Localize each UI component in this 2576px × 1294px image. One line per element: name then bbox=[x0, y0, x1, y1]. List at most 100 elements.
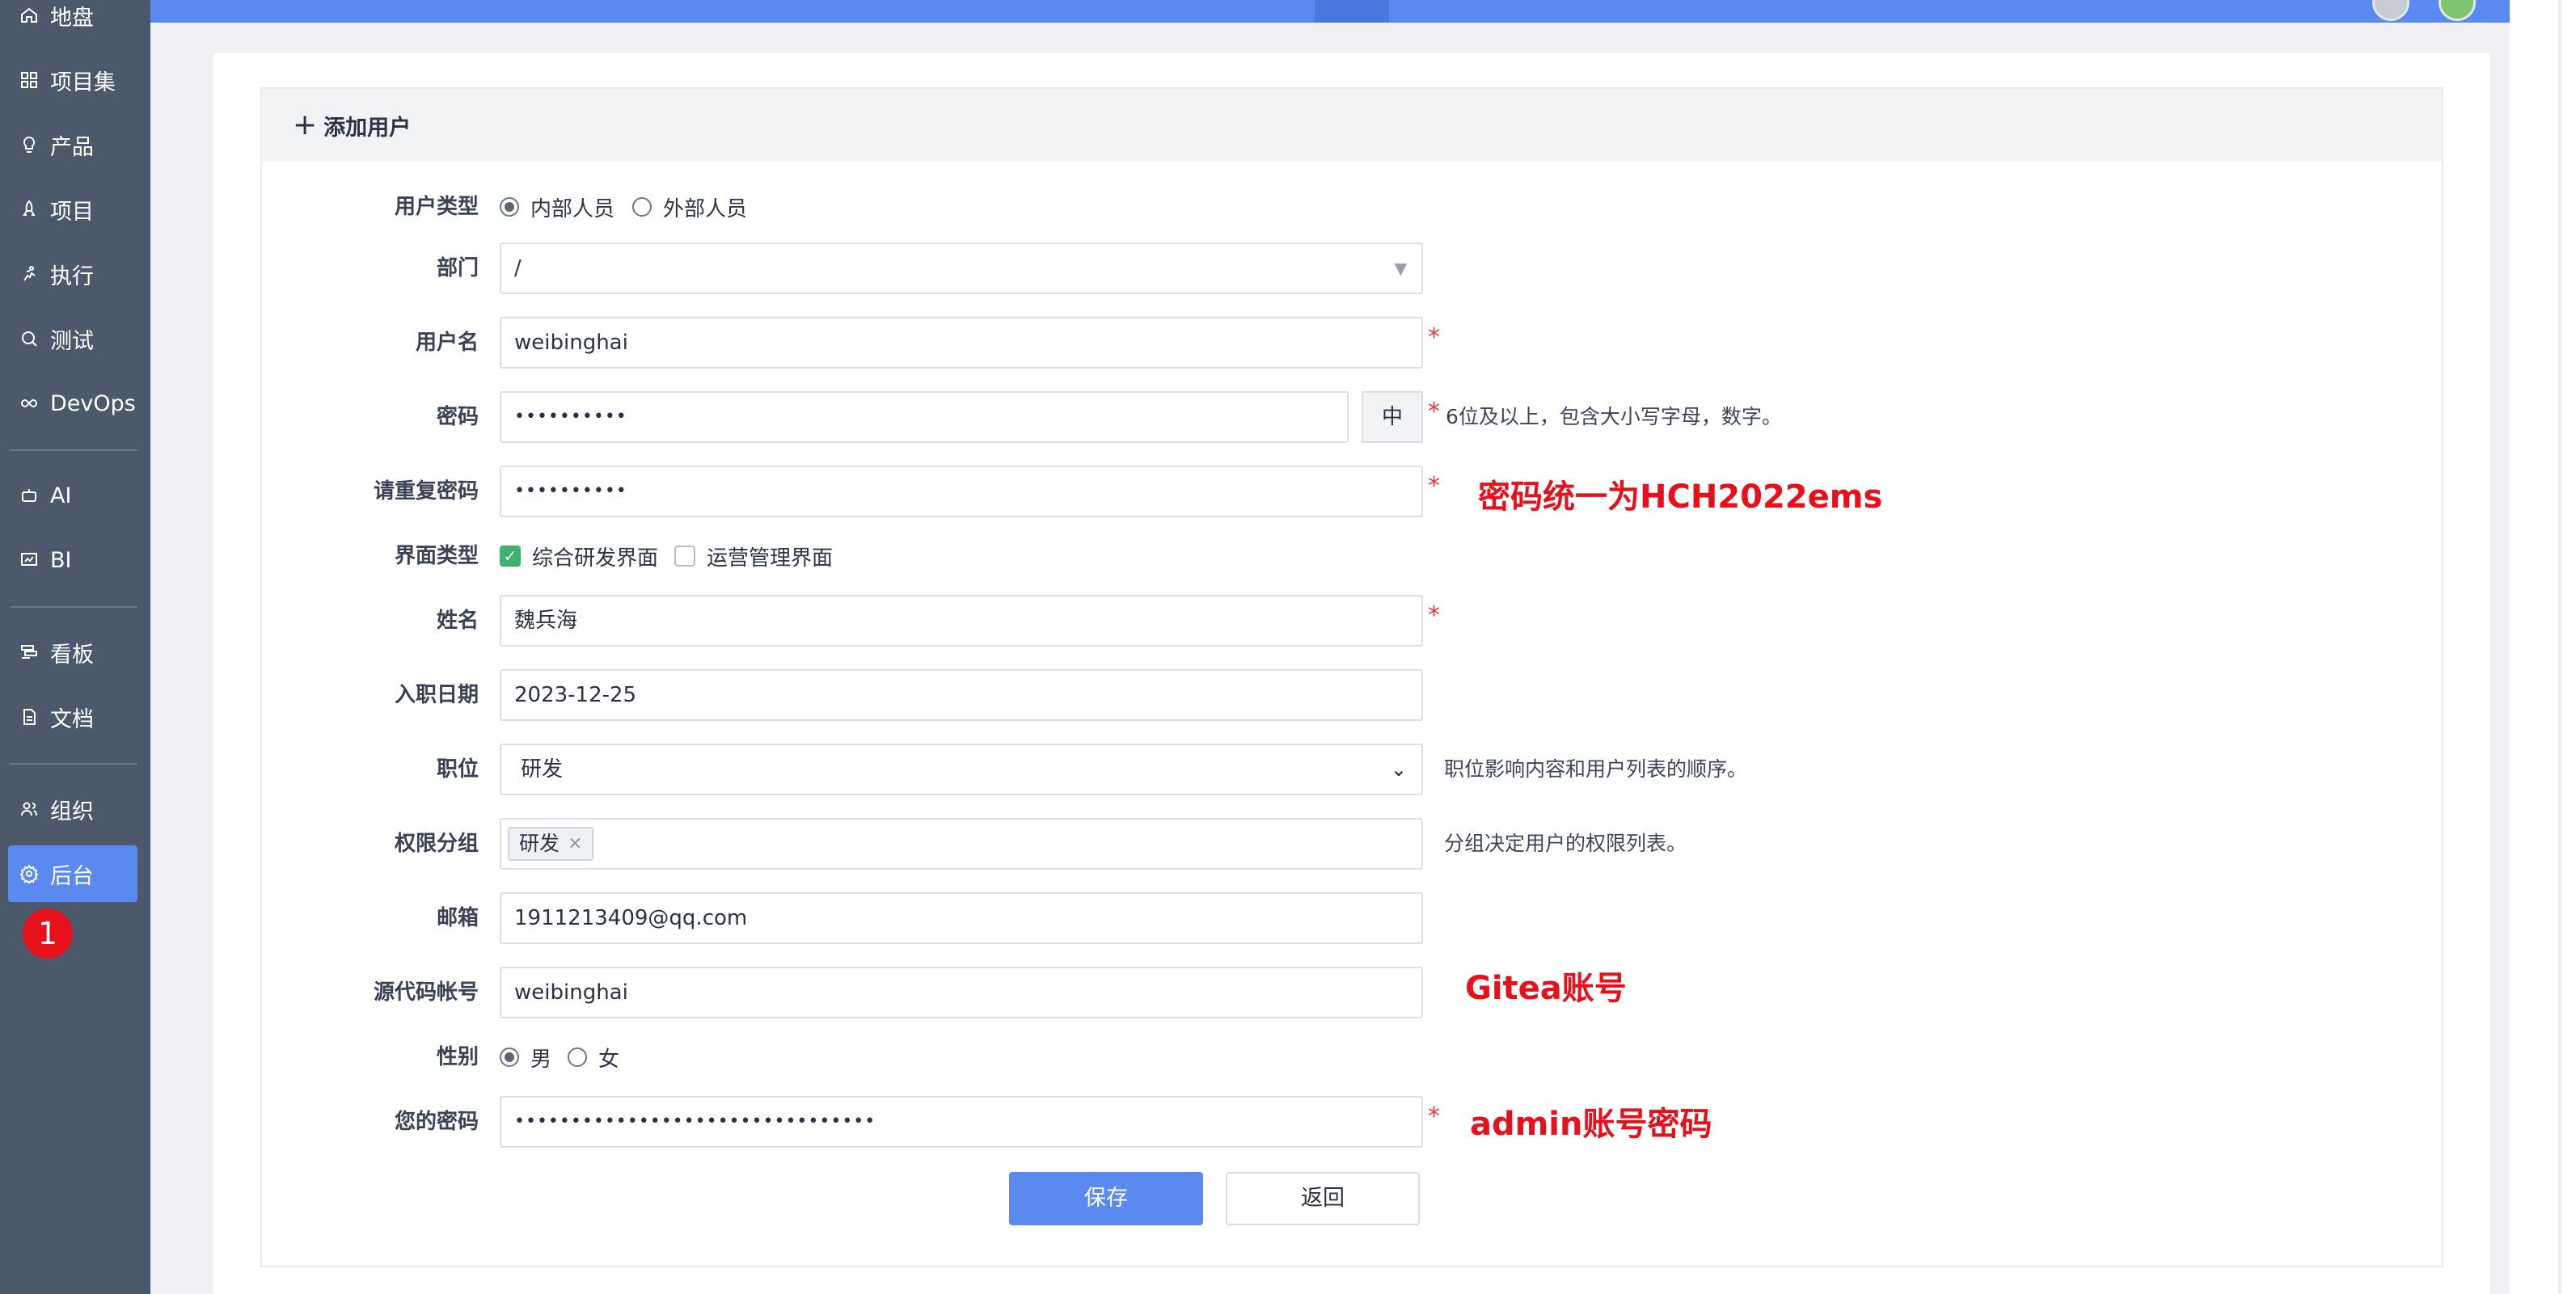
group-tag-label: 研发 bbox=[519, 832, 560, 855]
required-mark: * bbox=[1428, 323, 1440, 352]
email-input[interactable]: 1911213409@qq.com bbox=[500, 892, 1423, 944]
bulb-icon bbox=[19, 135, 47, 154]
sidebar-item-label: 后台 bbox=[50, 863, 94, 889]
dept-select[interactable]: / ▼ bbox=[500, 242, 1423, 294]
commiter-input[interactable]: weibinghai bbox=[500, 967, 1423, 1018]
form-row-user-type: 用户类型 内部人员 外部人员 bbox=[262, 181, 2442, 233]
account-input[interactable]: weibinghai bbox=[500, 317, 1423, 369]
password-input[interactable]: •••••••••• bbox=[500, 391, 1349, 443]
role-select[interactable]: 研发 ⌄ bbox=[500, 744, 1423, 795]
realname-input[interactable]: 魏兵海 bbox=[500, 595, 1423, 647]
group-tag[interactable]: 研发 × bbox=[508, 827, 594, 861]
radio-male[interactable]: 男 bbox=[500, 1031, 551, 1083]
form-row-gender: 性别 男 女 bbox=[262, 1031, 2442, 1083]
form-row-realname: 姓名 魏兵海 * bbox=[262, 595, 2442, 647]
step-badge: 1 bbox=[23, 908, 73, 959]
radio-dot-icon bbox=[500, 1047, 519, 1067]
sidebar-item-program[interactable]: 项目集 bbox=[8, 52, 137, 108]
field-label: 姓名 bbox=[436, 609, 479, 633]
checkbox-ops-vision[interactable]: 运营管理界面 bbox=[674, 530, 833, 582]
run-icon bbox=[19, 264, 47, 284]
sidebar-item-label: 产品 bbox=[50, 134, 94, 160]
top-bar-active-tab[interactable] bbox=[1315, 0, 1389, 23]
radio-label: 男 bbox=[530, 1047, 552, 1072]
field-label: 您的密码 bbox=[394, 1110, 479, 1134]
gear-icon bbox=[19, 864, 47, 883]
password-repeat-input[interactable]: •••••••••• bbox=[500, 466, 1423, 517]
gitea-annotation: Gitea账号 bbox=[1465, 970, 1627, 1007]
radio-dot-icon bbox=[500, 197, 519, 217]
field-label: 权限分组 bbox=[394, 832, 479, 856]
radio-label: 内部人员 bbox=[530, 196, 615, 221]
checkbox-box-icon bbox=[674, 546, 695, 567]
dept-select-value: / bbox=[514, 256, 522, 280]
scrollbar[interactable] bbox=[2558, 0, 2561, 1294]
sidebar-item-kanban[interactable]: 看板 bbox=[8, 624, 137, 681]
password-strength-indicator: 中 bbox=[1362, 391, 1423, 443]
radio-label: 外部人员 bbox=[663, 196, 748, 221]
form-row-password: 密码 •••••••••• 中 * 6位及以上，包含大小写字母，数字。 bbox=[262, 391, 2442, 443]
plus-icon: + bbox=[293, 108, 318, 141]
password-hint: 6位及以上，包含大小写字母，数字。 bbox=[1446, 405, 1782, 428]
join-date-input[interactable]: 2023-12-25 bbox=[500, 669, 1423, 721]
sidebar-item-label: BI bbox=[50, 547, 72, 573]
sidebar-item-project[interactable]: 项目 bbox=[8, 181, 137, 238]
sidebar-item-label: DevOps bbox=[50, 390, 136, 416]
required-mark: * bbox=[1428, 1102, 1440, 1131]
chart-icon bbox=[19, 550, 47, 570]
sidebar-item-devops[interactable]: DevOps bbox=[8, 375, 137, 432]
radio-female[interactable]: 女 bbox=[568, 1031, 619, 1083]
radio-internal[interactable]: 内部人员 bbox=[500, 181, 614, 233]
group-multiselect[interactable]: 研发 × bbox=[500, 818, 1423, 870]
verify-password-input[interactable]: •••••••••••••••••••••••••••••••• bbox=[500, 1096, 1423, 1148]
sidebar-divider bbox=[10, 449, 137, 451]
field-label: 用户类型 bbox=[394, 195, 479, 219]
sidebar-item-org[interactable]: 组织 bbox=[8, 781, 137, 837]
radio-dot-icon bbox=[632, 197, 652, 217]
field-label: 职位 bbox=[436, 757, 479, 782]
field-label: 入职日期 bbox=[394, 683, 479, 707]
sidebar: 地盘 项目集 产品 项目 执行 测试 DevOps AI BI 看板 文档 组织… bbox=[0, 0, 150, 1294]
field-label: 用户名 bbox=[415, 331, 479, 355]
back-button[interactable]: 返回 bbox=[1226, 1172, 1420, 1225]
sidebar-item-bi[interactable]: BI bbox=[8, 532, 137, 588]
save-button[interactable]: 保存 bbox=[1009, 1172, 1203, 1225]
search-icon bbox=[19, 329, 47, 348]
sidebar-item-home[interactable]: 地盘 bbox=[8, 0, 137, 44]
sidebar-item-label: 文档 bbox=[50, 706, 94, 732]
sidebar-item-doc[interactable]: 文档 bbox=[8, 689, 137, 745]
form-row-join-date: 入职日期 2023-12-25 bbox=[262, 669, 2442, 721]
checkbox-rnd-vision[interactable]: ✓ 综合研发界面 bbox=[500, 530, 658, 582]
chevron-down-icon: ⌄ bbox=[1390, 758, 1407, 781]
sidebar-item-execution[interactable]: 执行 bbox=[8, 246, 137, 302]
form-row-role: 职位 研发 ⌄ 职位影响内容和用户列表的顺序。 bbox=[262, 744, 2442, 795]
form-row-commiter: 源代码帐号 weibinghai bbox=[262, 967, 2442, 1018]
password-annotation: 密码统一为HCH2022ems bbox=[1478, 478, 1883, 516]
checkbox-label: 运营管理界面 bbox=[707, 546, 834, 571]
infinity-icon bbox=[19, 394, 47, 413]
rocket-icon bbox=[19, 200, 47, 219]
sidebar-item-ai[interactable]: AI bbox=[8, 467, 137, 524]
users-icon bbox=[19, 799, 47, 819]
sidebar-item-label: 测试 bbox=[50, 328, 94, 354]
form-row-email: 邮箱 1911213409@qq.com bbox=[262, 892, 2442, 944]
sidebar-item-product[interactable]: 产品 bbox=[8, 116, 137, 173]
form-row-visions: 界面类型 ✓ 综合研发界面 运营管理界面 bbox=[262, 530, 2442, 582]
chevron-down-icon: ▼ bbox=[1394, 259, 1407, 278]
field-label: 界面类型 bbox=[394, 544, 479, 568]
doc-icon bbox=[19, 707, 47, 727]
sidebar-item-admin[interactable]: 后台 bbox=[8, 845, 137, 902]
sidebar-item-qa[interactable]: 测试 bbox=[8, 310, 137, 367]
robot-icon bbox=[19, 486, 47, 505]
sidebar-item-label: 项目 bbox=[50, 199, 94, 225]
radio-external[interactable]: 外部人员 bbox=[632, 181, 747, 233]
required-mark: * bbox=[1428, 601, 1440, 630]
close-icon[interactable]: × bbox=[568, 828, 582, 859]
sidebar-item-label: 组织 bbox=[50, 799, 94, 824]
role-hint: 职位影响内容和用户列表的顺序。 bbox=[1444, 757, 1748, 781]
field-label: 密码 bbox=[436, 405, 479, 429]
sidebar-item-label: 执行 bbox=[50, 263, 94, 289]
sidebar-divider bbox=[10, 763, 137, 765]
form-row-password-repeat: 请重复密码 •••••••••• * bbox=[262, 466, 2442, 517]
field-label: 性别 bbox=[436, 1045, 479, 1069]
